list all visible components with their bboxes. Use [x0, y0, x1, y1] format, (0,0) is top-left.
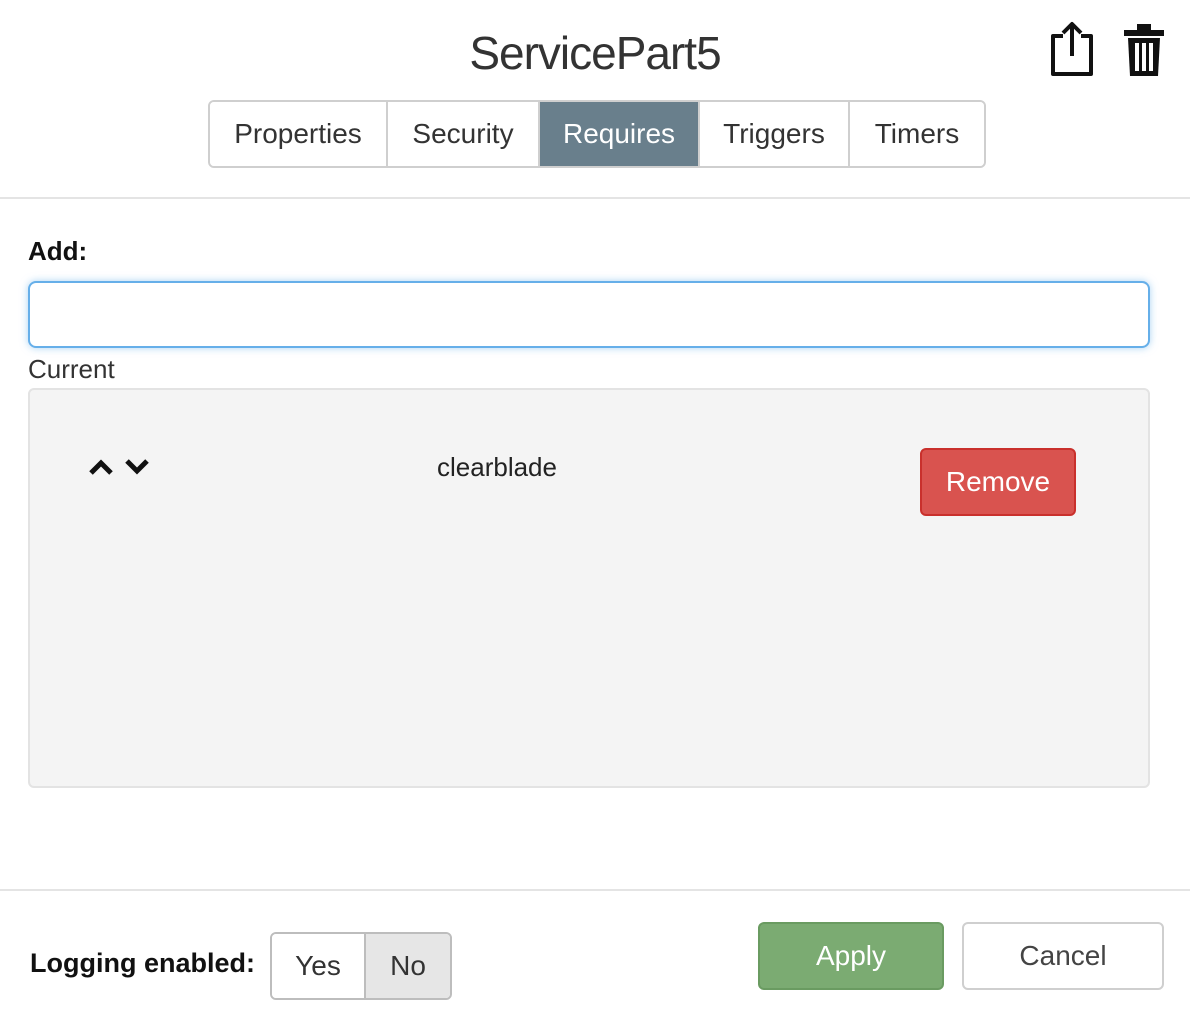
- cancel-button[interactable]: Cancel: [962, 922, 1164, 990]
- footer-divider: [0, 889, 1190, 891]
- logging-no-option[interactable]: No: [366, 934, 450, 998]
- service-editor-dialog: ServicePart5 Properties Security Require…: [0, 0, 1190, 1020]
- tab-security[interactable]: Security: [388, 102, 540, 166]
- list-item-name: clearblade: [437, 452, 557, 482]
- add-input[interactable]: [28, 281, 1150, 348]
- chevron-up-icon[interactable]: [86, 452, 116, 482]
- export-icon[interactable]: [1046, 18, 1098, 80]
- chevron-down-icon[interactable]: [122, 452, 152, 482]
- tab-triggers[interactable]: Triggers: [700, 102, 850, 166]
- tab-properties[interactable]: Properties: [210, 102, 388, 166]
- logging-label: Logging enabled:: [30, 948, 255, 978]
- logging-yes-option[interactable]: Yes: [272, 934, 366, 998]
- remove-button[interactable]: Remove: [920, 448, 1076, 516]
- apply-button[interactable]: Apply: [758, 922, 944, 990]
- current-label: Current: [28, 354, 115, 384]
- tab-requires[interactable]: Requires: [540, 102, 700, 166]
- tab-timers[interactable]: Timers: [850, 102, 984, 166]
- page-title: ServicePart5: [469, 27, 721, 79]
- add-label: Add:: [28, 236, 88, 266]
- logging-toggle: Yes No: [270, 932, 452, 1000]
- tab-bar: Properties Security Requires Triggers Ti…: [208, 100, 986, 168]
- header-divider: [0, 197, 1190, 199]
- trash-icon[interactable]: [1118, 18, 1170, 80]
